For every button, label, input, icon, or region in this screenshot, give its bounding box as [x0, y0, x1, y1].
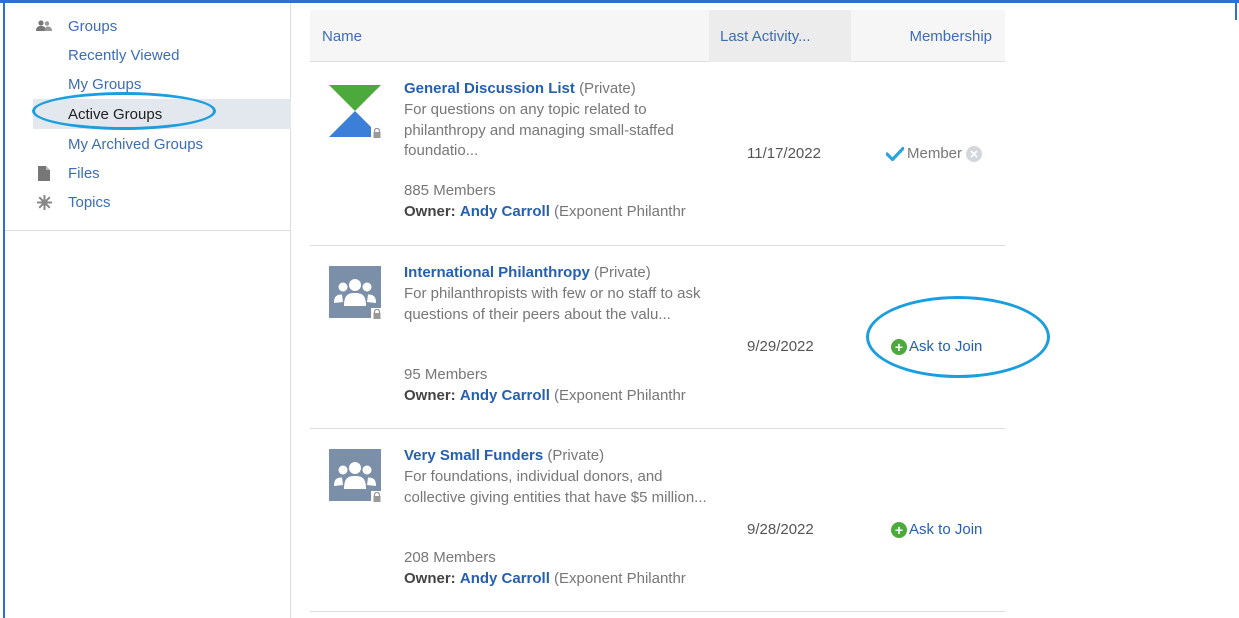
- last-activity-date: 11/17/2022: [747, 145, 821, 162]
- column-header-name[interactable]: Name: [322, 10, 362, 62]
- file-icon: [35, 165, 53, 181]
- owner-name-link[interactable]: Andy Carroll: [460, 203, 550, 220]
- sidebar-item-label: Recently Viewed: [68, 46, 180, 64]
- group-title: Very Small Funders (Private): [404, 447, 604, 464]
- group-avatar-icon[interactable]: [329, 449, 383, 503]
- leave-group-icon[interactable]: [966, 145, 983, 162]
- group-title: General Discussion List (Private): [404, 80, 636, 97]
- sidebar-item-recently-viewed[interactable]: Recently Viewed: [68, 40, 179, 70]
- sidebar-item-label: Groups: [68, 17, 118, 35]
- window-border-right: [1235, 0, 1237, 20]
- group-link[interactable]: International Philanthropy: [404, 264, 590, 281]
- owner-org: (Exponent Philanthr: [554, 203, 686, 220]
- ask-to-join-label: Ask to Join: [909, 521, 983, 538]
- group-members-count: 885 Members: [404, 182, 496, 199]
- sidebar-item-topics[interactable]: Topics: [35, 187, 111, 217]
- owner-name-link[interactable]: Andy Carroll: [460, 570, 550, 587]
- group-description: For questions on any topic related to ph…: [404, 101, 674, 159]
- groups-icon: [35, 18, 53, 34]
- last-activity-date: 9/28/2022: [747, 521, 814, 538]
- table-header: Name Last Activity... Membership: [310, 10, 1005, 62]
- table-row: Very Small Funders (Private) For foundat…: [310, 429, 1005, 612]
- plus-circle-icon: +: [891, 521, 907, 538]
- topics-icon: [35, 194, 53, 210]
- hourglass-logo-icon[interactable]: [329, 85, 383, 139]
- sidebar-item-label: Files: [68, 164, 100, 182]
- sidebar-item-label: My Groups: [68, 75, 142, 93]
- group-link[interactable]: Very Small Funders: [404, 447, 543, 464]
- membership-status: Member: [886, 145, 983, 162]
- lock-icon: [371, 127, 383, 139]
- column-header-membership[interactable]: Membership: [909, 10, 992, 62]
- ask-to-join-highlight-ellipse: [866, 296, 1050, 378]
- group-privacy: (Private): [579, 80, 636, 97]
- group-link[interactable]: General Discussion List: [404, 80, 575, 97]
- last-activity-date: 9/29/2022: [747, 338, 814, 355]
- group-description: For philanthropists with few or no staff…: [404, 285, 701, 323]
- column-header-last-activity[interactable]: Last Activity...: [709, 10, 851, 62]
- group-owner: Owner: Andy Carroll (Exponent Philanthr: [404, 570, 714, 587]
- lock-icon: [371, 491, 383, 503]
- group-description: For foundations, individual donors, and …: [404, 468, 707, 506]
- owner-org: (Exponent Philanthr: [554, 570, 686, 587]
- table-row: General Discussion List (Private) For qu…: [310, 63, 1005, 246]
- group-members-count: 95 Members: [404, 366, 488, 383]
- sidebar-item-files[interactable]: Files: [35, 158, 100, 188]
- ask-to-join-button[interactable]: + Ask to Join: [891, 521, 982, 538]
- owner-org: (Exponent Philanthr: [554, 387, 686, 404]
- group-owner: Owner: Andy Carroll (Exponent Philanthr: [404, 387, 714, 404]
- sidebar-item-label: My Archived Groups: [68, 135, 204, 153]
- owner-label: Owner:: [404, 387, 456, 404]
- lock-icon: [371, 308, 383, 320]
- sidebar-item-label: Topics: [68, 193, 111, 211]
- group-privacy: (Private): [547, 447, 605, 464]
- membership-label: Member: [907, 145, 963, 162]
- sidebar-divider: [5, 230, 291, 231]
- group-members-count: 208 Members: [404, 549, 496, 566]
- sidebar-item-groups[interactable]: Groups: [35, 11, 117, 41]
- group-title: International Philanthropy (Private): [404, 264, 651, 281]
- group-owner: Owner: Andy Carroll (Exponent Philanthr: [404, 203, 714, 220]
- owner-label: Owner:: [404, 203, 456, 220]
- sidebar-item-my-archived-groups[interactable]: My Archived Groups: [68, 129, 203, 159]
- owner-name-link[interactable]: Andy Carroll: [460, 387, 550, 404]
- group-avatar-icon[interactable]: [329, 266, 383, 320]
- group-privacy: (Private): [594, 264, 651, 281]
- owner-label: Owner:: [404, 570, 456, 587]
- active-groups-highlight-ellipse: [32, 92, 216, 130]
- checkmark-icon: [886, 146, 904, 161]
